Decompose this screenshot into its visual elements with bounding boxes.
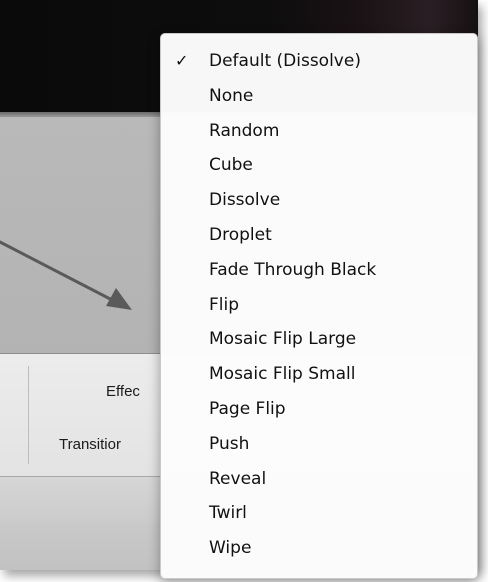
menu-item-default-dissolve[interactable]: ✓ Default (Dissolve) xyxy=(161,46,477,81)
menu-item-label: Wipe xyxy=(209,538,252,559)
menu-item-label: Reveal xyxy=(209,468,267,489)
menu-item-label: Page Flip xyxy=(209,398,286,419)
menu-item-cube[interactable]: Cube xyxy=(161,150,477,185)
menu-item-label: Cube xyxy=(209,155,253,176)
menu-item-label: None xyxy=(209,85,254,106)
menu-item-push[interactable]: Push xyxy=(161,429,477,464)
menu-list: ✓ Default (Dissolve) None Random Cube Dissolv… xyxy=(161,34,477,568)
menu-item-label: Fade Through Black xyxy=(209,259,377,280)
menu-item-label: Twirl xyxy=(209,503,247,524)
menu-item-dissolve[interactable]: Dissolve xyxy=(161,185,477,220)
checkmark-icon: ✓ xyxy=(175,51,189,70)
menu-item-page-flip[interactable]: Page Flip xyxy=(161,394,477,429)
menu-item-fade-through-black[interactable]: Fade Through Black xyxy=(161,255,477,290)
menu-item-label: Flip xyxy=(209,294,240,315)
menu-item-label: Dissolve xyxy=(209,190,281,211)
menu-item-droplet[interactable]: Droplet xyxy=(161,220,477,255)
menu-item-label: Default (Dissolve) xyxy=(209,51,361,71)
menu-item-label: Random xyxy=(209,120,280,141)
menu-item-label: Droplet xyxy=(209,224,272,245)
menu-item-twirl[interactable]: Twirl xyxy=(161,498,477,533)
menu-item-label: Mosaic Flip Large xyxy=(209,329,357,350)
transition-effect-menu: ✓ Default (Dissolve) None Random Cube Dissolv… xyxy=(160,33,478,579)
menu-item-mosaic-flip-small[interactable]: Mosaic Flip Small xyxy=(161,359,477,394)
menu-item-wipe[interactable]: Wipe xyxy=(161,533,477,568)
menu-item-label: Push xyxy=(209,433,250,454)
menu-item-none[interactable]: None xyxy=(161,81,477,116)
menu-item-random[interactable]: Random xyxy=(161,116,477,151)
menu-item-reveal[interactable]: Reveal xyxy=(161,464,477,499)
menu-item-mosaic-flip-large[interactable]: Mosaic Flip Large xyxy=(161,324,477,359)
menu-item-label: Mosaic Flip Small xyxy=(209,364,356,385)
menu-item-flip[interactable]: Flip xyxy=(161,290,477,325)
